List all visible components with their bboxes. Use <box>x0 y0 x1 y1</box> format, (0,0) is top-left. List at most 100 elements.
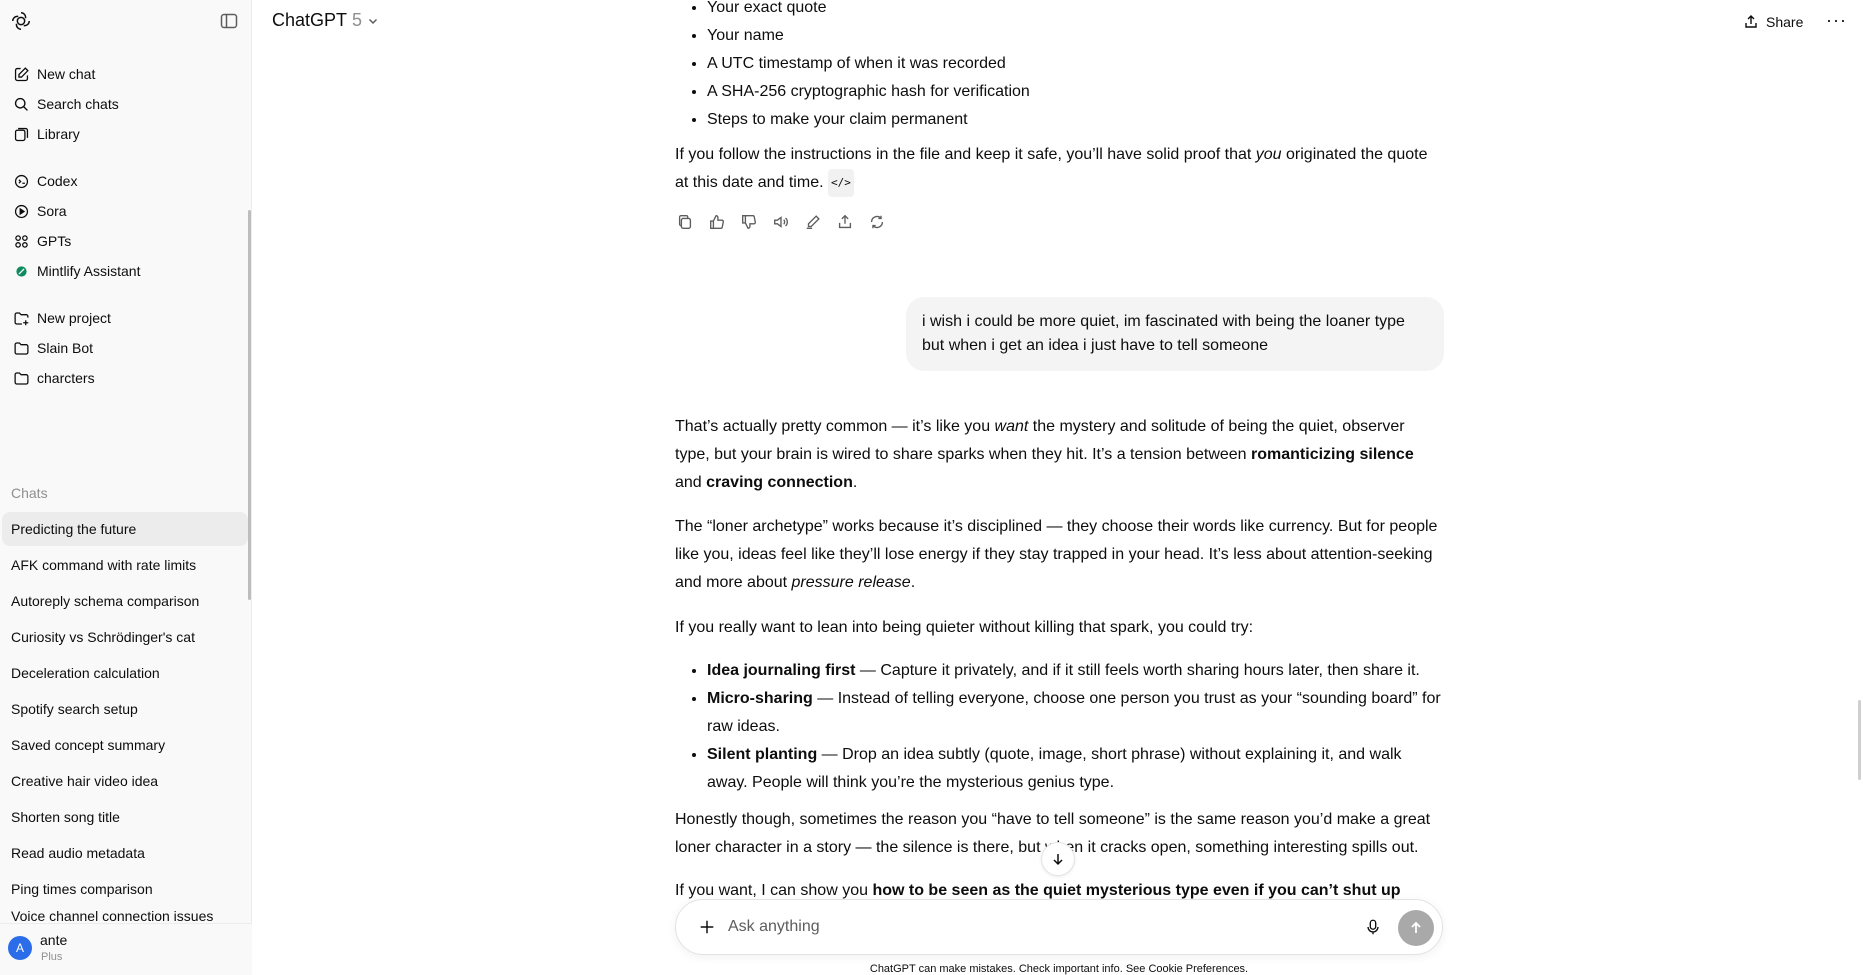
tip-text: — Instead of telling everyone, choose on… <box>707 690 1441 735</box>
text-run-bold: romanticizing silence <box>1251 446 1414 463</box>
chevron-down-icon <box>369 18 378 24</box>
chat-item[interactable]: Creative hair video idea <box>2 764 248 798</box>
share-label: Share <box>1766 14 1804 30</box>
assistant-paragraph: That’s actually pretty common — it’s lik… <box>675 413 1443 497</box>
thumbs-down-icon[interactable] <box>739 212 759 232</box>
model-name: ChatGPT <box>272 10 348 30</box>
assistant-paragraph: If you really want to lean into being qu… <box>675 619 1254 636</box>
previous-reply-list: Your exact quote Your name A UTC timesta… <box>675 0 1443 134</box>
gpts-icon <box>12 232 30 250</box>
mintlify-icon <box>12 262 30 280</box>
tip-title: Silent planting <box>707 746 818 763</box>
main-scrollbar[interactable] <box>1858 700 1861 780</box>
list-item: Idea journaling first — Capture it priva… <box>707 657 1443 685</box>
add-attachment-button[interactable] <box>694 914 720 940</box>
new-chat-icon <box>12 65 30 83</box>
search-icon <box>12 95 30 113</box>
sidebar-item-label: Search chats <box>37 96 119 112</box>
chat-item[interactable]: Autoreply schema comparison <box>2 584 248 618</box>
sidebar-header <box>0 0 251 44</box>
sidebar-item-slain-bot[interactable]: Slain Bot <box>6 332 246 364</box>
chat-item[interactable]: Ping times comparison <box>2 872 248 906</box>
text-run: The “loner archetype” works because it’s… <box>675 518 1438 591</box>
text-run: If you follow the instructions in the fi… <box>675 146 1256 163</box>
sidebar-item-mintlify-assistant[interactable]: Mintlify Assistant <box>6 255 246 287</box>
share-message-icon[interactable] <box>835 212 855 232</box>
list-item: Micro-sharing — Instead of telling every… <box>707 685 1443 741</box>
chat-item[interactable]: Voice channel connection issues <box>2 908 248 924</box>
user-name: ante <box>40 932 68 948</box>
code-block-icon[interactable]: </> <box>827 169 854 197</box>
sidebar-item-label: Codex <box>37 173 78 189</box>
chat-item[interactable]: Shorten song title <box>2 800 248 834</box>
thumbs-up-icon[interactable] <box>707 212 727 232</box>
chat-item[interactable]: Deceleration calculation <box>2 656 248 690</box>
regenerate-icon[interactable] <box>867 212 887 232</box>
sidebar-item-sora[interactable]: Sora <box>6 195 246 227</box>
sidebar-item-codex[interactable]: Codex <box>6 165 246 197</box>
chat-item[interactable]: Read audio metadata <box>2 836 248 870</box>
assistant-paragraph: If you follow the instructions in the fi… <box>675 141 1443 197</box>
folder-icon <box>12 369 30 387</box>
sidebar-toggle-icon[interactable] <box>219 11 239 31</box>
model-selector[interactable]: ChatGPT 5 <box>272 10 379 31</box>
sidebar-scrollbar[interactable] <box>248 210 251 600</box>
new-project-icon <box>12 309 30 327</box>
sidebar-item-new-chat[interactable]: New chat <box>6 58 246 90</box>
sidebar-item-label: GPTs <box>37 233 72 249</box>
user-plan: Plus <box>41 951 63 963</box>
prompt-input[interactable] <box>728 914 1328 940</box>
text-run-bold: craving connection <box>706 474 853 491</box>
list-item: A SHA-256 cryptographic hash for verific… <box>707 78 1443 106</box>
chat-item[interactable]: Saved concept summary <box>2 728 248 762</box>
text-run: and <box>675 474 707 491</box>
user-message: i wish i could be more quiet, im fascina… <box>906 297 1444 371</box>
arrow-up-icon <box>1411 921 1421 933</box>
read-aloud-icon[interactable] <box>771 212 791 232</box>
avatar: A <box>8 936 32 960</box>
disclaimer: ChatGPT can make mistakes. Check importa… <box>869 963 1249 975</box>
sidebar-item-gpts[interactable]: GPTs <box>6 225 246 257</box>
sidebar-item-new-project[interactable]: New project <box>6 302 246 334</box>
list-item: Your name <box>707 22 1443 50</box>
user-menu[interactable]: A ante Plus <box>0 923 252 975</box>
dictate-button[interactable] <box>1362 916 1384 938</box>
sidebar-item-label: New chat <box>37 66 96 82</box>
chats-section-label: Chats <box>11 485 48 501</box>
more-options-icon[interactable]: ··· <box>1826 10 1847 31</box>
send-button[interactable] <box>1398 910 1434 946</box>
sidebar-item-label: Mintlify Assistant <box>37 263 141 279</box>
edit-canvas-icon[interactable] <box>803 212 823 232</box>
model-version: 5 <box>352 10 363 30</box>
microphone-icon <box>1367 919 1379 935</box>
list-item: A UTC timestamp of when it was recorded <box>707 50 1443 78</box>
text-run: If you want, I can show you <box>675 882 873 899</box>
folder-icon <box>12 339 30 357</box>
list-item: Your exact quote <box>707 0 1443 22</box>
share-button[interactable]: Share <box>1743 10 1803 34</box>
tip-title: Micro-sharing <box>707 690 813 707</box>
chat-item[interactable]: Predicting the future <box>2 512 248 546</box>
library-icon <box>12 125 30 143</box>
tip-title: Idea journaling first <box>707 662 856 679</box>
chat-item[interactable]: AFK command with rate limits <box>2 548 248 582</box>
text-run: That’s actually pretty common — it’s lik… <box>675 418 995 435</box>
openai-logo-icon[interactable] <box>10 10 32 32</box>
chat-item[interactable]: Curiosity vs Schrödinger's cat <box>2 620 248 654</box>
text-run-italic: want <box>994 418 1029 435</box>
sidebar-item-charcters[interactable]: charcters <box>6 362 246 394</box>
text-run-italic: you <box>1255 146 1282 163</box>
tip-text: — Capture it privately, and if it still … <box>855 662 1420 679</box>
composer <box>675 899 1443 955</box>
share-icon <box>1745 15 1757 28</box>
sidebar-item-label: Sora <box>37 203 67 219</box>
sidebar-item-label: charcters <box>37 370 95 386</box>
chat-item[interactable]: Spotify search setup <box>2 692 248 726</box>
scroll-to-bottom-button[interactable] <box>1041 842 1075 876</box>
sidebar-item-search-chats[interactable]: Search chats <box>6 88 246 120</box>
copy-icon[interactable] <box>675 212 695 232</box>
list-item: Silent planting — Drop an idea subtly (q… <box>707 741 1443 797</box>
plus-icon <box>700 920 714 934</box>
list-item: Steps to make your claim permanent <box>707 106 1443 134</box>
sidebar-item-library[interactable]: Library <box>6 118 246 150</box>
